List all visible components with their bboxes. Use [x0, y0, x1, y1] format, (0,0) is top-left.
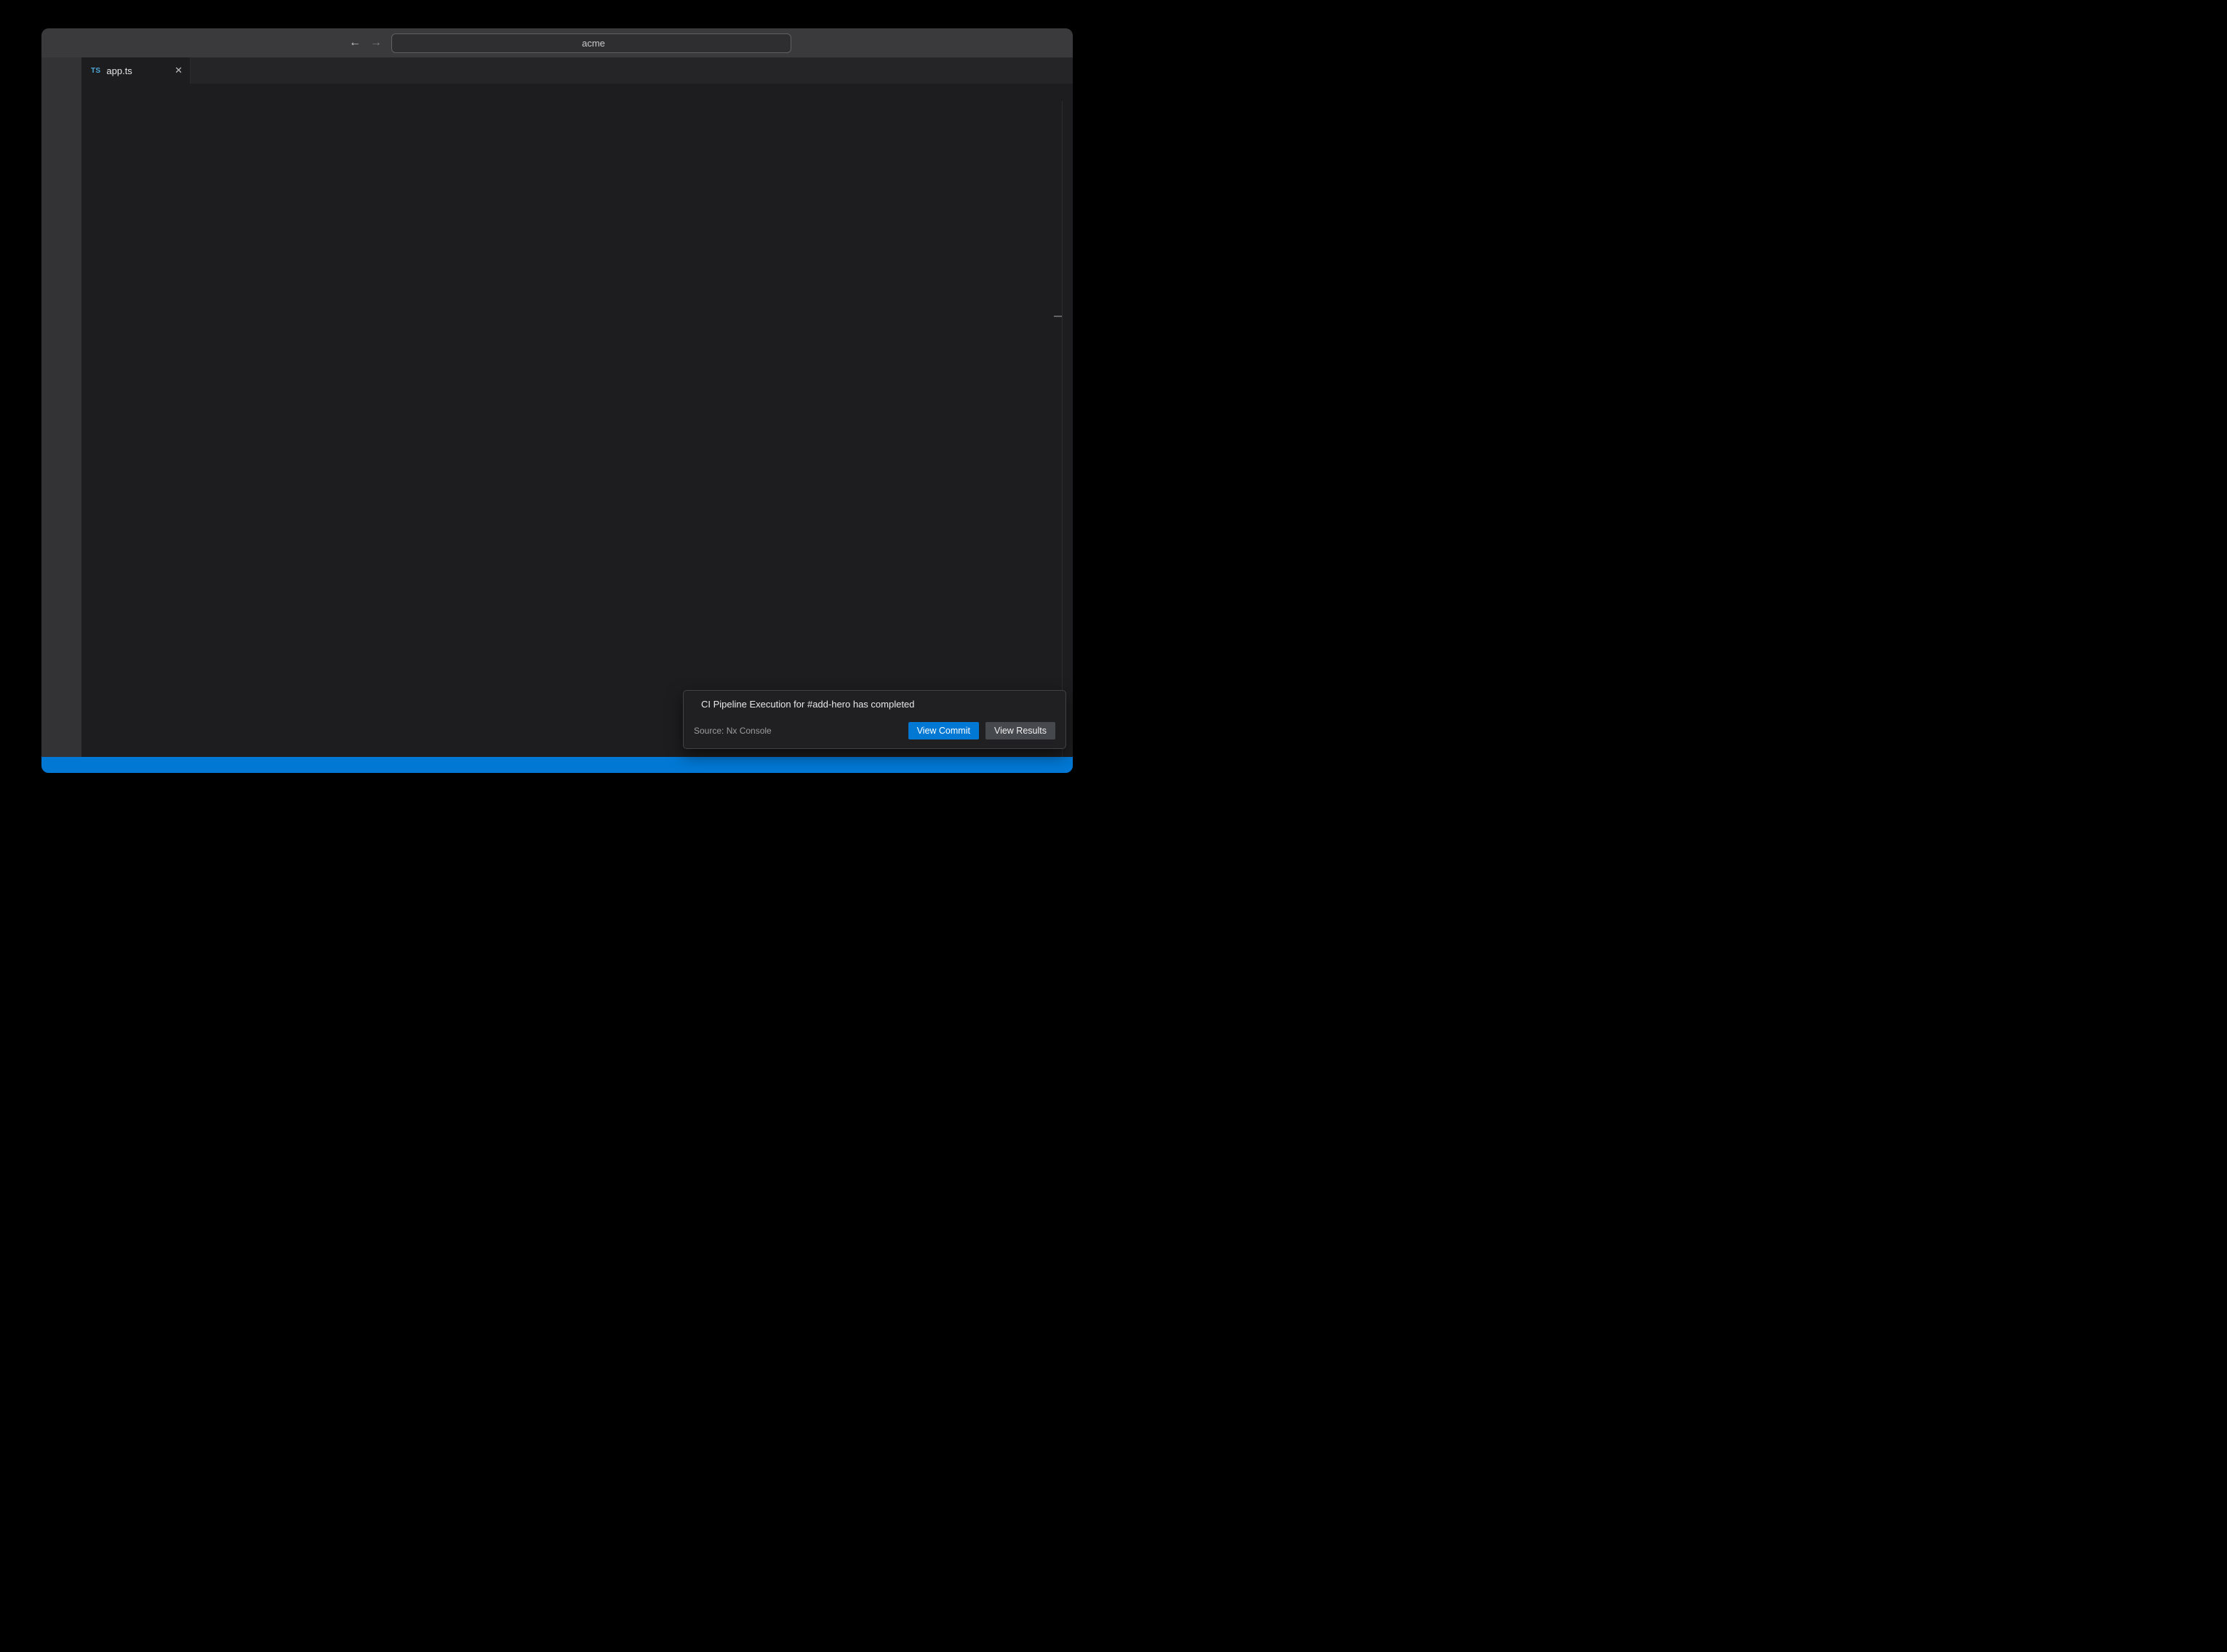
- status-bar: [41, 757, 1073, 773]
- notification-toast: CI Pipeline Execution for #add-hero has …: [683, 690, 1066, 749]
- search-value: acme: [582, 38, 605, 49]
- vscode-window: ← → acme TS: [41, 28, 1073, 773]
- notification-source: Source: Nx Console: [694, 726, 772, 736]
- maximize-window-button[interactable]: [87, 39, 95, 47]
- activity-bar: [41, 57, 81, 757]
- history-forward-button[interactable]: →: [370, 37, 382, 49]
- history-back-button[interactable]: ←: [349, 37, 361, 49]
- breadcrumb: [81, 84, 1073, 101]
- editor-actions: [999, 57, 1057, 84]
- overview-ruler[interactable]: [1062, 101, 1073, 757]
- close-window-button[interactable]: [57, 39, 66, 47]
- minimize-window-button[interactable]: [72, 39, 81, 47]
- tab-label: app.ts: [106, 65, 132, 76]
- overview-ruler-mark: [1054, 316, 1062, 317]
- screenshot-canvas: { "window_controls": { "close": "#ff5f57…: [0, 0, 1114, 826]
- window-controls: [57, 39, 127, 47]
- tab-close-icon[interactable]: ✕: [175, 65, 183, 76]
- notification-title: CI Pipeline Execution for #add-hero has …: [701, 699, 914, 710]
- tab-bar: TS app.ts ✕: [81, 57, 1073, 84]
- tab-app-ts[interactable]: TS app.ts ✕: [81, 57, 191, 84]
- title-bar: ← → acme: [41, 28, 1073, 57]
- code-editor[interactable]: [81, 101, 1073, 757]
- command-center-search[interactable]: acme: [391, 33, 791, 53]
- typescript-file-icon: TS: [91, 67, 100, 75]
- view-results-button[interactable]: View Results: [985, 722, 1055, 739]
- editor-group: TS app.ts ✕: [81, 57, 1073, 757]
- view-commit-button[interactable]: View Commit: [908, 722, 979, 739]
